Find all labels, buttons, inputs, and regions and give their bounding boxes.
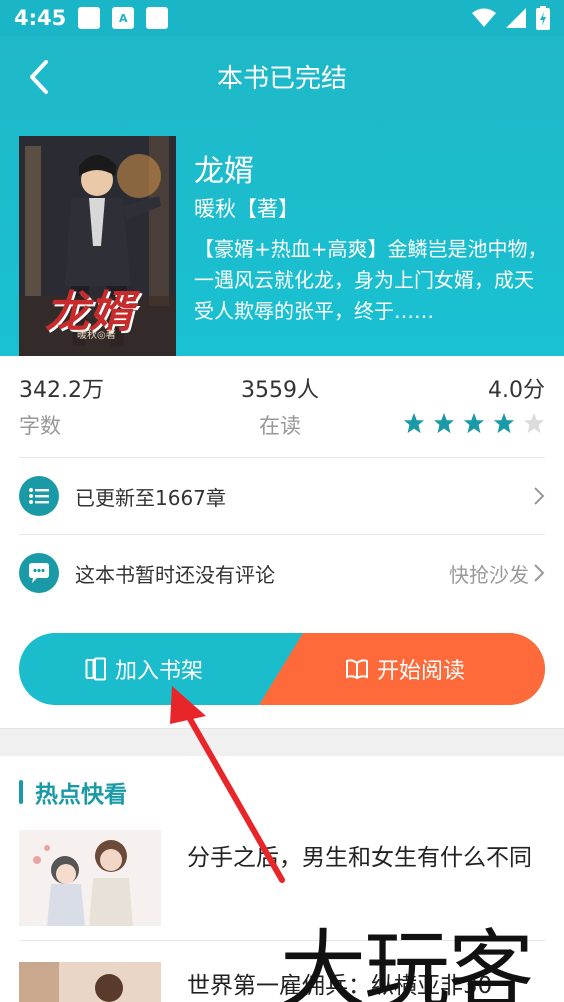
- list-icon: [19, 476, 59, 516]
- signal-icon: [506, 8, 526, 28]
- word-count-label: 字数: [19, 414, 61, 438]
- notification-icon: [78, 7, 101, 29]
- first-comment-label: 快抢沙发: [449, 562, 529, 587]
- cover-author-text: 暖秋◎著: [77, 330, 116, 341]
- book-title: 龙婿: [194, 154, 254, 189]
- action-buttons: 加入书架 开始阅读: [19, 633, 545, 705]
- start-reading-label: 开始阅读: [377, 659, 466, 684]
- rating-stars: [403, 412, 545, 434]
- star-filled-icon: [493, 412, 515, 434]
- book-cover: 龙婿 暖秋◎著: [19, 136, 176, 356]
- rating-value: 4.0分: [488, 378, 545, 403]
- article-thumbnail: [19, 830, 161, 926]
- chevron-right-icon: [534, 564, 545, 582]
- app-notification-icon: A: [112, 7, 135, 29]
- word-count-stat: 342.2万 字数: [19, 372, 104, 440]
- watermark-text: 大玩客: [280, 921, 534, 1002]
- hot-section-header: 热点快看: [19, 775, 127, 809]
- add-to-shelf-label: 加入书架: [115, 659, 204, 684]
- star-filled-icon: [463, 412, 485, 434]
- book-header: 本书已完结 龙婿 暖秋◎著 龙婿 暖秋【著】 【豪婿+热血+高爽】金鳞岂是池中物…: [0, 36, 564, 356]
- star-filled-icon: [433, 412, 455, 434]
- open-book-icon: [346, 659, 368, 680]
- first-comment-link[interactable]: 快抢沙发: [449, 559, 545, 588]
- readers-label: 在读: [259, 414, 301, 438]
- star-empty-icon: [523, 412, 545, 434]
- chapter-list-row[interactable]: 已更新至1667章: [19, 468, 545, 524]
- section-title: 热点快看: [35, 782, 127, 808]
- start-reading-label-group[interactable]: 开始阅读: [345, 653, 465, 685]
- readers-stat: 3559人 在读: [220, 372, 340, 440]
- no-comments-text: 这本书暂时还没有评论: [75, 562, 275, 587]
- article-thumbnail: [19, 962, 161, 1002]
- chevron-right-icon: [534, 487, 545, 505]
- status-time: 4:45: [14, 6, 67, 30]
- readers-value: 3559人: [241, 378, 319, 403]
- page-title: 本书已完结: [216, 64, 347, 94]
- divider: [19, 457, 545, 458]
- status-bar: 4:45 A: [0, 0, 564, 36]
- word-count-value: 342.2万: [19, 378, 104, 403]
- section-accent-bar: [19, 780, 23, 804]
- battery-icon: [536, 6, 550, 30]
- bookshelf-icon: [85, 657, 106, 681]
- book-description[interactable]: 【豪婿+热血+高爽】金鳞岂是池中物，一遇风云就化龙，身为上门女婿，成天受人欺辱的…: [194, 234, 550, 327]
- chapter-update-text: 已更新至1667章: [75, 485, 226, 510]
- add-to-shelf-label-group[interactable]: 加入书架: [85, 653, 203, 685]
- wifi-icon: [472, 8, 496, 27]
- section-separator: [0, 728, 564, 756]
- rating-stat: 4.0分: [403, 372, 545, 434]
- comment-bubble-icon: [19, 553, 59, 593]
- divider: [19, 534, 545, 535]
- book-author[interactable]: 暖秋【著】: [194, 193, 299, 223]
- article-title: 分手之后，男生和女生有什么不同: [187, 845, 532, 871]
- star-filled-icon: [403, 412, 425, 434]
- top-bar: 本书已完结: [0, 36, 564, 116]
- book-stats: 342.2万 字数 3559人 在读 4.0分: [0, 372, 564, 447]
- comments-row[interactable]: 这本书暂时还没有评论 快抢沙发: [19, 545, 545, 601]
- notification-icon: [146, 7, 169, 29]
